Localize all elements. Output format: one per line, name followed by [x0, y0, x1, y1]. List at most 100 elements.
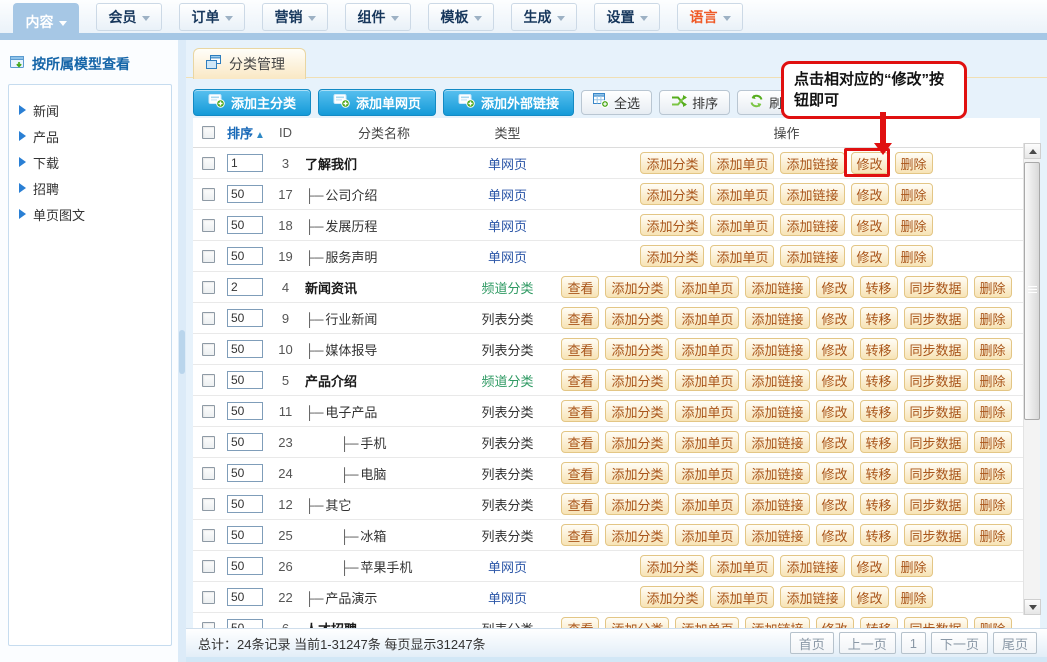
- row-action-add-page-button[interactable]: 添加单页: [675, 617, 739, 628]
- row-action-add-category-button[interactable]: 添加分类: [605, 307, 669, 329]
- page-number-button[interactable]: 1: [901, 632, 926, 654]
- sort-order-input[interactable]: [227, 216, 263, 234]
- row-action-add-link-button[interactable]: 添加链接: [745, 369, 809, 391]
- row-action-add-link-button[interactable]: 添加链接: [745, 307, 809, 329]
- row-checkbox[interactable]: [202, 188, 215, 201]
- row-action-delete-button[interactable]: 删除: [974, 400, 1012, 422]
- row-action-view-button[interactable]: 查看: [561, 400, 599, 422]
- header-sort[interactable]: 排序▲: [223, 123, 268, 142]
- sort-order-input[interactable]: [227, 340, 263, 358]
- row-action-edit-button[interactable]: 修改: [816, 462, 854, 484]
- nav-item-5[interactable]: 组件: [345, 3, 411, 31]
- sort-order-input[interactable]: [227, 433, 263, 451]
- row-action-add-category-button[interactable]: 添加分类: [640, 214, 704, 236]
- row-action-delete-button[interactable]: 删除: [974, 493, 1012, 515]
- toolbar-primary-3[interactable]: 添加外部链接: [443, 89, 574, 116]
- row-checkbox[interactable]: [202, 467, 215, 480]
- sort-order-input[interactable]: [227, 526, 263, 544]
- row-action-move-button[interactable]: 转移: [860, 462, 898, 484]
- row-action-delete-button[interactable]: 删除: [974, 524, 1012, 546]
- row-action-sync-data-button[interactable]: 同步数据: [904, 307, 968, 329]
- next-page-button[interactable]: 下一页: [931, 632, 988, 654]
- row-action-move-button[interactable]: 转移: [860, 338, 898, 360]
- row-action-add-link-button[interactable]: 添加链接: [780, 152, 844, 174]
- nav-item-2[interactable]: 会员: [96, 3, 162, 31]
- nav-item-9[interactable]: 语言: [677, 3, 743, 31]
- row-action-add-page-button[interactable]: 添加单页: [710, 214, 774, 236]
- row-action-add-category-button[interactable]: 添加分类: [605, 338, 669, 360]
- row-action-delete-button[interactable]: 删除: [974, 431, 1012, 453]
- row-action-sync-data-button[interactable]: 同步数据: [904, 338, 968, 360]
- row-action-sync-data-button[interactable]: 同步数据: [904, 431, 968, 453]
- row-action-add-category-button[interactable]: 添加分类: [605, 493, 669, 515]
- row-action-add-category-button[interactable]: 添加分类: [640, 183, 704, 205]
- row-action-view-button[interactable]: 查看: [561, 369, 599, 391]
- first-page-button[interactable]: 首页: [790, 632, 834, 654]
- row-action-add-page-button[interactable]: 添加单页: [675, 462, 739, 484]
- row-action-add-link-button[interactable]: 添加链接: [745, 276, 809, 298]
- row-action-view-button[interactable]: 查看: [561, 524, 599, 546]
- row-action-add-category-button[interactable]: 添加分类: [605, 400, 669, 422]
- row-action-add-page-button[interactable]: 添加单页: [675, 431, 739, 453]
- row-action-add-page-button[interactable]: 添加单页: [675, 307, 739, 329]
- row-action-sync-data-button[interactable]: 同步数据: [904, 400, 968, 422]
- row-action-add-link-button[interactable]: 添加链接: [780, 555, 844, 577]
- row-action-add-link-button[interactable]: 添加链接: [745, 338, 809, 360]
- toolbar-primary-2[interactable]: 添加单网页: [318, 89, 436, 116]
- row-checkbox[interactable]: [202, 219, 215, 232]
- row-action-view-button[interactable]: 查看: [561, 462, 599, 484]
- row-action-add-category-button[interactable]: 添加分类: [605, 369, 669, 391]
- row-action-move-button[interactable]: 转移: [860, 276, 898, 298]
- scroll-up-button[interactable]: [1024, 143, 1041, 159]
- row-action-add-category-button[interactable]: 添加分类: [640, 586, 704, 608]
- row-action-move-button[interactable]: 转移: [860, 307, 898, 329]
- row-checkbox[interactable]: [202, 250, 215, 263]
- sort-order-input[interactable]: [227, 557, 263, 575]
- row-action-delete-button[interactable]: 删除: [974, 276, 1012, 298]
- row-action-delete-button[interactable]: 删除: [974, 369, 1012, 391]
- row-action-sync-data-button[interactable]: 同步数据: [904, 524, 968, 546]
- vertical-scrollbar[interactable]: [1023, 143, 1040, 615]
- row-action-add-category-button[interactable]: 添加分类: [640, 245, 704, 267]
- row-action-add-link-button[interactable]: 添加链接: [780, 183, 844, 205]
- row-action-edit-button[interactable]: 修改: [816, 276, 854, 298]
- row-checkbox[interactable]: [202, 498, 215, 511]
- row-action-edit-button[interactable]: 修改: [851, 586, 889, 608]
- sidebar-item-3[interactable]: 下载: [19, 149, 171, 175]
- row-action-add-page-button[interactable]: 添加单页: [675, 400, 739, 422]
- row-action-view-button[interactable]: 查看: [561, 431, 599, 453]
- row-action-add-link-button[interactable]: 添加链接: [745, 524, 809, 546]
- nav-item-6[interactable]: 模板: [428, 3, 494, 31]
- nav-item-4[interactable]: 营销: [262, 3, 328, 31]
- nav-item-8[interactable]: 设置: [594, 3, 660, 31]
- sort-order-input[interactable]: [227, 185, 263, 203]
- select-all-checkbox[interactable]: [202, 126, 215, 139]
- toolbar-primary-1[interactable]: 添加主分类: [193, 89, 311, 116]
- row-action-delete-button[interactable]: 删除: [895, 214, 933, 236]
- row-action-view-button[interactable]: 查看: [561, 276, 599, 298]
- row-action-delete-button[interactable]: 删除: [974, 617, 1012, 628]
- row-action-edit-button[interactable]: 修改: [816, 400, 854, 422]
- sort-order-input[interactable]: [227, 464, 263, 482]
- tab-category-management[interactable]: 分类管理: [193, 48, 306, 79]
- row-action-add-category-button[interactable]: 添加分类: [605, 524, 669, 546]
- sort-order-input[interactable]: [227, 495, 263, 513]
- row-action-add-link-button[interactable]: 添加链接: [780, 245, 844, 267]
- row-checkbox[interactable]: [202, 560, 215, 573]
- row-action-delete-button[interactable]: 删除: [895, 245, 933, 267]
- sidebar-item-4[interactable]: 招聘: [19, 175, 171, 201]
- row-action-delete-button[interactable]: 删除: [974, 338, 1012, 360]
- row-action-view-button[interactable]: 查看: [561, 493, 599, 515]
- row-action-view-button[interactable]: 查看: [561, 307, 599, 329]
- row-action-sync-data-button[interactable]: 同步数据: [904, 276, 968, 298]
- scroll-down-button[interactable]: [1024, 599, 1041, 615]
- row-action-add-page-button[interactable]: 添加单页: [710, 586, 774, 608]
- row-checkbox[interactable]: [202, 312, 215, 325]
- sort-order-input[interactable]: [227, 247, 263, 265]
- row-action-add-page-button[interactable]: 添加单页: [675, 369, 739, 391]
- row-action-edit-button[interactable]: 修改: [816, 493, 854, 515]
- row-action-move-button[interactable]: 转移: [860, 524, 898, 546]
- row-action-add-link-button[interactable]: 添加链接: [745, 462, 809, 484]
- row-action-add-category-button[interactable]: 添加分类: [640, 555, 704, 577]
- row-action-edit-button[interactable]: 修改: [851, 214, 889, 236]
